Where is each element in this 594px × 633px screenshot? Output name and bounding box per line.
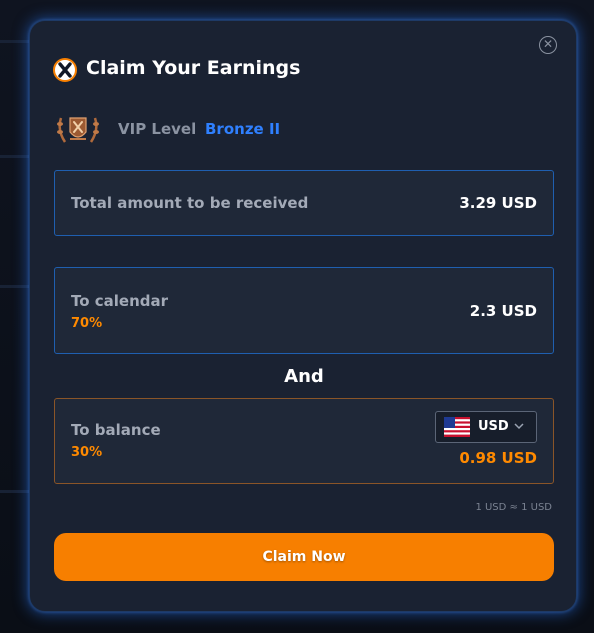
us-flag-icon [444,417,470,437]
total-amount-label: Total amount to be received [71,194,309,212]
calendar-percent: 70% [71,316,103,331]
currency-code: USD [478,419,509,434]
x-brand-logo [53,58,77,82]
calendar-card: To calendar 70% 2.3 USD [54,267,554,354]
exchange-rate: 1 USD ≈ 1 USD [475,502,552,513]
chevron-down-icon [514,423,524,430]
claim-now-button[interactable]: Claim Now [54,533,554,581]
background-element [0,40,30,43]
vip-level-value: Bronze II [205,120,281,138]
currency-select[interactable]: USD [435,411,537,443]
close-icon[interactable]: ✕ [539,36,557,54]
claim-earnings-modal: ✕ Claim Your Earnings VIP Level Bronze I… [29,20,577,612]
balance-percent: 30% [71,445,103,460]
calendar-label: To calendar [71,292,169,310]
modal-title: Claim Your Earnings [86,57,301,79]
balance-card: To balance 30% USD 0.98 USD [54,398,554,484]
balance-amount: 0.98 USD [459,449,537,467]
bronze-laurel-emblem [57,117,99,143]
vip-level-label: VIP Level [118,120,197,138]
balance-label: To balance [71,421,161,439]
and-separator: And [284,366,324,387]
background-element [0,490,30,493]
background-element [0,155,30,158]
total-amount-card: Total amount to be received 3.29 USD [54,170,554,236]
background-element [0,285,30,288]
total-amount-value: 3.29 USD [459,194,537,212]
calendar-amount: 2.3 USD [469,302,537,320]
